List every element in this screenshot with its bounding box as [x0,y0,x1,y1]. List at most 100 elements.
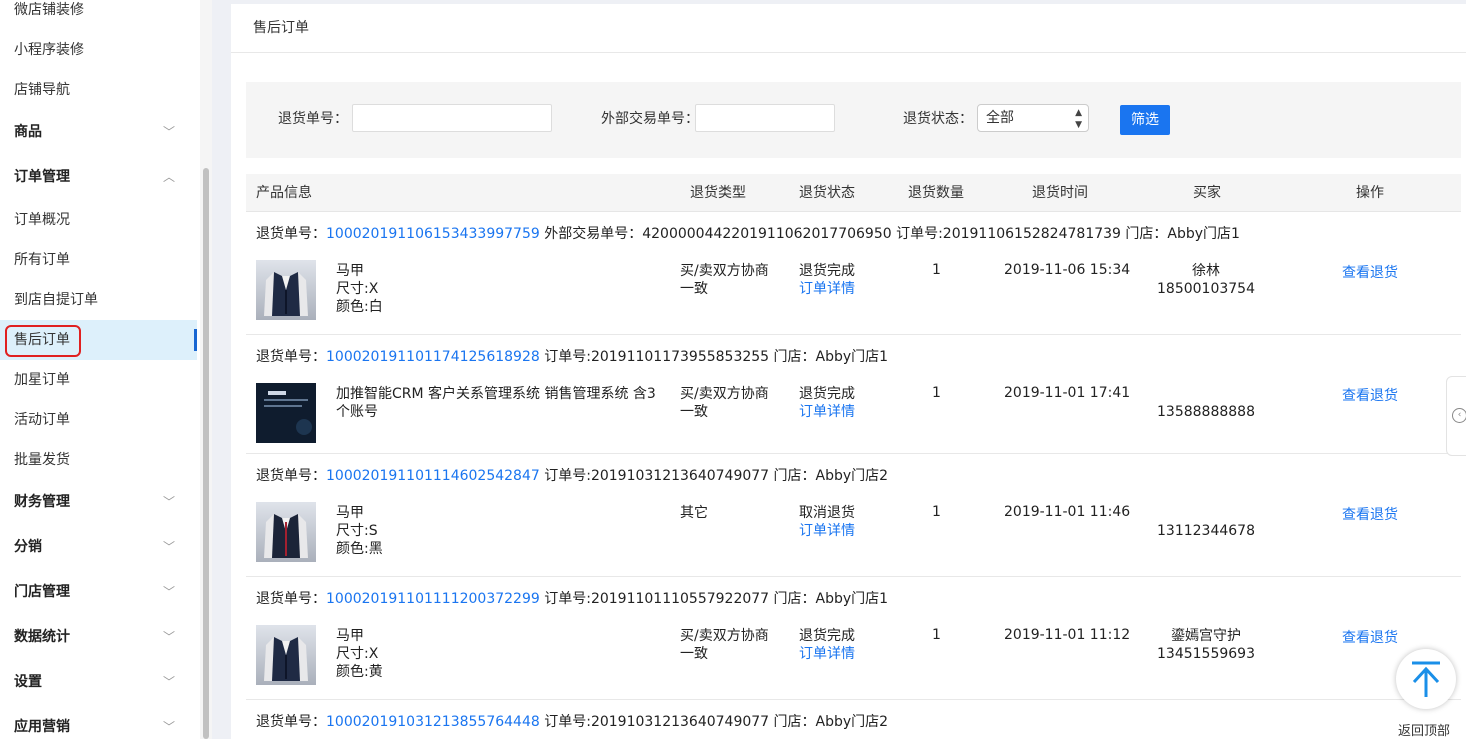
order-detail-link[interactable]: 订单详情 [799,280,855,298]
order-detail-link[interactable]: 订单详情 [799,645,855,663]
sidebar-item-label: 活动订单 [14,412,70,428]
view-return-link[interactable]: 查看退货 [1342,504,1398,524]
return-no-link[interactable]: 100020191031213855764448 [326,714,540,730]
product-info: 马甲 尺寸:X 颜色:黄 [336,627,666,681]
status-text: 退货完成 [799,628,855,644]
buyer-info: 13112344678 [1146,504,1266,540]
order-detail-link[interactable]: 订单详情 [799,522,855,540]
status-label: 退货状态： [903,111,973,127]
return-qty: 1 [932,385,941,401]
view-return-link[interactable]: 查看退货 [1342,627,1398,647]
product-name: 加推智能CRM 客户关系管理系统 销售管理系统 含3 [336,386,656,402]
order-header: 退货单号：100020191101174125618928 订单号:201911… [256,346,888,366]
view-return-link[interactable]: 查看退货 [1342,385,1398,405]
return-qty: 1 [932,627,941,643]
product-name: 马甲 [336,628,364,644]
scrollbar-thumb[interactable] [203,168,209,739]
buyer-phone: 18500103754 [1157,281,1255,297]
return-no-caption: 退货单号： [256,349,326,365]
return-no-link[interactable]: 100020191106153433997759 [326,226,540,242]
th-time: 退货时间 [1032,185,1088,201]
sidebar-group-stores[interactable]: 门店管理 ﹀ [0,572,197,612]
product-size: 尺寸:S [336,523,378,539]
buyer-info: 鎏嫣宫守护 13451559693 [1146,627,1266,663]
product-color: 颜色:白 [336,299,383,315]
filter-button[interactable]: 筛选 [1120,105,1170,135]
return-no-link[interactable]: 100020191101111200372299 [326,591,540,607]
return-no-link[interactable]: 100020191101174125618928 [326,349,540,365]
table-row: 退货单号：100020191106153433997759 外部交易单号：420… [246,212,1461,335]
buyer-name [1146,385,1266,403]
buyer-name [1146,504,1266,522]
sidebar-group-finance[interactable]: 财务管理 ﹀ [0,482,197,522]
return-status: 取消退货 订单详情 [799,504,855,540]
order-header: 退货单号：100020191101111200372299 订单号:201911… [256,588,888,608]
view-return-link[interactable]: 查看退货 [1342,262,1398,282]
sidebar-group-settings[interactable]: 设置 ﹀ [0,662,197,702]
table-row: 退货单号：100020191031213855764448 订单号:201910… [246,700,1461,739]
product-thumbnail[interactable] [256,625,316,685]
sidebar-item-batch-ship[interactable]: 批量发货 [0,440,197,480]
sidebar-group-stats[interactable]: 数据统计 ﹀ [0,617,197,657]
sidebar-item-order-overview[interactable]: 订单概况 [0,200,197,240]
product-info: 加推智能CRM 客户关系管理系统 销售管理系统 含3 个账号 [336,385,666,421]
chevron-left-icon: ‹ [1452,408,1466,423]
side-collapse-tab[interactable]: ‹ [1446,376,1466,456]
sidebar-item-all-orders[interactable]: 所有订单 [0,240,197,280]
back-to-top-label[interactable]: 返回顶部 [1398,720,1450,739]
th-buyer: 买家 [1193,185,1221,201]
return-type: 买/卖双方协商一致 [680,386,769,420]
sidebar-item-mini-decor[interactable]: 小程序装修 [0,30,197,70]
divider [231,52,1466,53]
th-status: 退货状态 [799,185,855,201]
sidebar-item-label: 门店管理 [14,584,70,600]
return-qty: 1 [932,504,941,520]
order-meta: 订单号:20191031213640749077 门店：Abby门店2 [539,468,889,484]
return-time: 2019-11-01 17:41 [1004,385,1131,401]
status-select-value: 全部 [986,110,1014,126]
sidebar-item-label: 订单概况 [14,212,70,228]
sidebar-item-wd-decor[interactable]: 微店铺装修 [0,0,197,30]
ext-no-input[interactable] [695,104,835,132]
product-thumbnail[interactable] [256,502,316,562]
product-info: 马甲 尺寸:S 颜色:黑 [336,504,666,558]
return-type: 其它 [680,505,708,521]
buyer-phone: 13451559693 [1157,646,1255,662]
return-no-link[interactable]: 100020191101114602542847 [326,468,540,484]
sidebar-item-label: 加星订单 [14,372,70,388]
return-no-caption: 退货单号： [256,591,326,607]
sidebar-item-label: 订单管理 [14,169,70,185]
return-no-input[interactable] [352,104,552,132]
status-select[interactable]: 全部 ▲ ▼ [977,104,1089,132]
product-size: 尺寸:X [336,281,379,297]
th-type: 退货类型 [690,185,746,201]
sidebar-item-label: 应用营销 [14,719,70,735]
sidebar-item-label: 商品 [14,124,42,140]
sidebar-item-star-orders[interactable]: 加星订单 [0,360,197,400]
sidebar-item-pickup-orders[interactable]: 到店自提订单 [0,280,197,320]
sidebar-group-marketing[interactable]: 应用营销 ﹀ [0,707,197,739]
product-thumbnail[interactable] [256,383,316,443]
buyer-info: 13588888888 [1146,385,1266,421]
sidebar-item-activity-orders[interactable]: 活动订单 [0,400,197,440]
return-no-caption: 退货单号： [256,714,326,730]
buyer-info: 徐林 18500103754 [1146,262,1266,298]
product-thumbnail[interactable] [256,260,316,320]
back-to-top-button[interactable] [1396,649,1456,709]
table-row: 退货单号：100020191101174125618928 订单号:201911… [246,335,1461,454]
filter-bar: 退货单号： 外部交易单号： 退货状态： 全部 ▲ ▼ 筛选 [246,82,1461,158]
sidebar-group-distribution[interactable]: 分销 ﹀ [0,527,197,567]
sidebar-group-products[interactable]: 商品 ﹀ [0,112,197,152]
order-detail-link[interactable]: 订单详情 [799,403,855,421]
th-qty: 退货数量 [908,185,964,201]
select-arrows-icon: ▲ ▼ [1075,108,1082,130]
return-qty: 1 [932,262,941,278]
return-no-caption: 退货单号： [256,226,326,242]
status-text: 退货完成 [799,263,855,279]
sidebar-item-label: 批量发货 [14,452,70,468]
return-time: 2019-11-06 15:34 [1004,262,1131,278]
sidebar-group-orders[interactable]: 订单管理 ︿ [0,157,197,197]
sidebar-item-shop-nav[interactable]: 店铺导航 [0,70,197,110]
order-header: 退货单号：100020191031213855764448 订单号:201910… [256,711,888,731]
sidebar-scrollbar[interactable] [200,0,212,739]
